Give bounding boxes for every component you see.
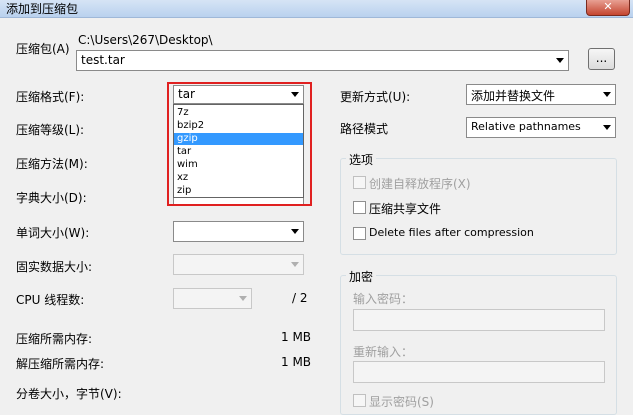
- close-button[interactable]: ✕: [586, 0, 630, 16]
- threads-combobox[interactable]: [173, 288, 252, 309]
- reenter-label: 重新输入：: [353, 345, 414, 359]
- threads-total: / 2: [292, 291, 308, 305]
- shared-label: 压缩共享文件: [369, 202, 442, 216]
- delete-checkbox[interactable]: [353, 227, 366, 240]
- sfx-label: 创建自释放程序(X): [369, 177, 471, 191]
- archive-name-value: test.tar: [81, 53, 125, 67]
- memory-compress-value: 1 MB: [281, 330, 312, 344]
- update-combobox[interactable]: 添加并替换文件: [466, 84, 616, 105]
- delete-label: Delete files after compression: [369, 226, 534, 239]
- split-label: 分卷大小，字节(V):: [16, 387, 122, 401]
- chevron-down-icon[interactable]: [556, 58, 564, 63]
- highlight-box: [167, 82, 312, 206]
- options-title: 选项: [346, 151, 377, 168]
- shared-checkbox[interactable]: [353, 201, 366, 214]
- pathmode-value: Relative pathnames: [471, 120, 581, 133]
- memory-compress-label: 压缩所需内存:: [16, 332, 93, 346]
- chevron-down-icon[interactable]: [603, 92, 611, 97]
- level-label: 压缩等级(L):: [16, 123, 85, 137]
- format-label: 压缩格式(F):: [16, 90, 85, 104]
- encryption-title: 加密: [346, 268, 377, 285]
- archive-name-combobox[interactable]: test.tar: [76, 50, 569, 71]
- chevron-down-icon[interactable]: [291, 262, 299, 267]
- pathmode-label: 路径模式: [340, 122, 389, 136]
- solid-combobox[interactable]: [173, 254, 304, 275]
- title-bar: 添加到压缩包 ✕: [0, 0, 633, 18]
- reenter-input[interactable]: [353, 361, 605, 383]
- update-label: 更新方式(U):: [340, 90, 411, 104]
- sfx-checkbox[interactable]: [353, 176, 366, 189]
- chevron-down-icon[interactable]: [603, 125, 611, 130]
- memory-decompress-value: 1 MB: [281, 355, 312, 369]
- solid-label: 固实数据大小:: [16, 260, 93, 274]
- archive-path: C:\Users\267\Desktop\: [78, 33, 213, 47]
- dict-label: 字典大小(D):: [16, 191, 87, 205]
- chevron-down-icon[interactable]: [239, 296, 247, 301]
- threads-label: CPU 线程数:: [16, 293, 85, 307]
- pathmode-combobox[interactable]: Relative pathnames: [466, 117, 616, 138]
- window-title: 添加到压缩包: [6, 2, 79, 16]
- browse-button[interactable]: ...: [588, 48, 615, 70]
- archive-label: 压缩包(A): [16, 42, 70, 56]
- memory-decompress-label: 解压缩所需内存:: [16, 357, 105, 371]
- close-icon: ✕: [603, 0, 613, 13]
- show-password-checkbox[interactable]: [353, 394, 366, 407]
- password-label: 输入密码：: [353, 292, 414, 306]
- word-combobox[interactable]: [173, 221, 304, 242]
- password-input[interactable]: [353, 309, 605, 331]
- chevron-down-icon[interactable]: [291, 229, 299, 234]
- method-label: 压缩方法(M):: [16, 157, 88, 171]
- update-value: 添加并替换文件: [471, 89, 556, 103]
- browse-button-label: ...: [595, 51, 608, 65]
- word-label: 单词大小(W):: [16, 226, 90, 240]
